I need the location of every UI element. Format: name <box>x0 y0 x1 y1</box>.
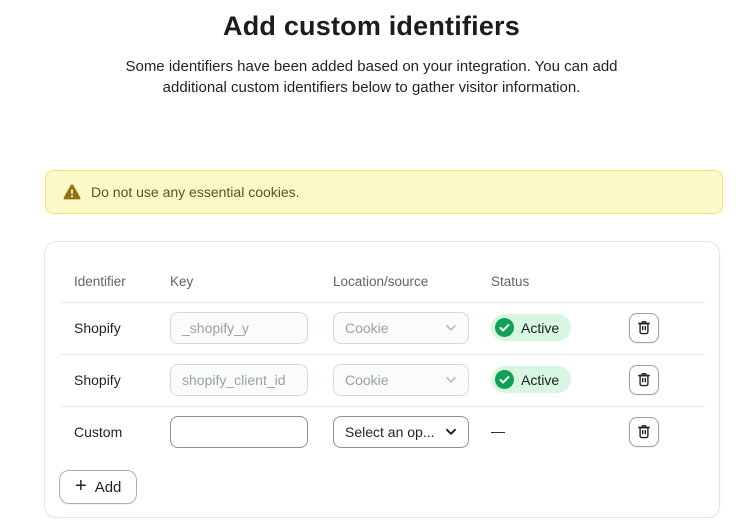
key-input[interactable] <box>170 416 308 448</box>
warning-triangle-icon <box>62 182 82 202</box>
warning-banner: Do not use any essential cookies. <box>45 170 723 214</box>
trash-icon <box>636 372 652 388</box>
page-subtitle: Some identifiers have been added based o… <box>99 56 644 98</box>
identifiers-card: Identifier Key Location/source Status Sh… <box>44 241 720 518</box>
table-row: Shopify Cookie Active <box>45 354 719 406</box>
banner-text: Do not use any essential cookies. <box>91 184 300 200</box>
check-circle-icon <box>495 370 514 389</box>
col-header-key: Key <box>170 274 333 289</box>
delete-button[interactable] <box>629 365 659 395</box>
key-input <box>170 364 308 396</box>
key-input <box>170 312 308 344</box>
location-select-value: Cookie <box>345 372 389 388</box>
page-title: Add custom identifiers <box>0 11 743 42</box>
chevron-down-icon <box>445 428 457 436</box>
table-row: Shopify Cookie Active <box>45 302 719 354</box>
col-header-identifier: Identifier <box>74 274 170 289</box>
delete-button[interactable] <box>629 313 659 343</box>
location-select: Cookie <box>333 364 469 396</box>
chevron-down-icon <box>445 376 457 384</box>
add-button-label: Add <box>95 479 122 496</box>
table-row: Custom Select an op... — <box>45 406 719 458</box>
location-select: Cookie <box>333 312 469 344</box>
status-badge: Active <box>491 314 571 341</box>
location-select-value: Cookie <box>345 320 389 336</box>
location-select-value: Select an op... <box>345 424 435 440</box>
col-header-status: Status <box>491 274 629 289</box>
add-button[interactable]: + Add <box>59 470 137 504</box>
trash-icon <box>636 320 652 336</box>
location-select[interactable]: Select an op... <box>333 416 469 448</box>
identifier-label: Shopify <box>74 320 170 336</box>
status-badge-label: Active <box>521 320 559 336</box>
status-empty: — <box>491 423 505 439</box>
delete-button[interactable] <box>629 417 659 447</box>
chevron-down-icon <box>445 324 457 332</box>
status-badge: Active <box>491 366 571 393</box>
check-circle-icon <box>495 318 514 337</box>
identifier-label: Custom <box>74 424 170 440</box>
card-footer: + Add <box>59 470 137 504</box>
status-badge-label: Active <box>521 372 559 388</box>
trash-icon <box>636 424 652 440</box>
col-header-location: Location/source <box>333 274 491 289</box>
identifier-label: Shopify <box>74 372 170 388</box>
table-header: Identifier Key Location/source Status <box>45 242 719 302</box>
plus-icon: + <box>75 476 87 496</box>
